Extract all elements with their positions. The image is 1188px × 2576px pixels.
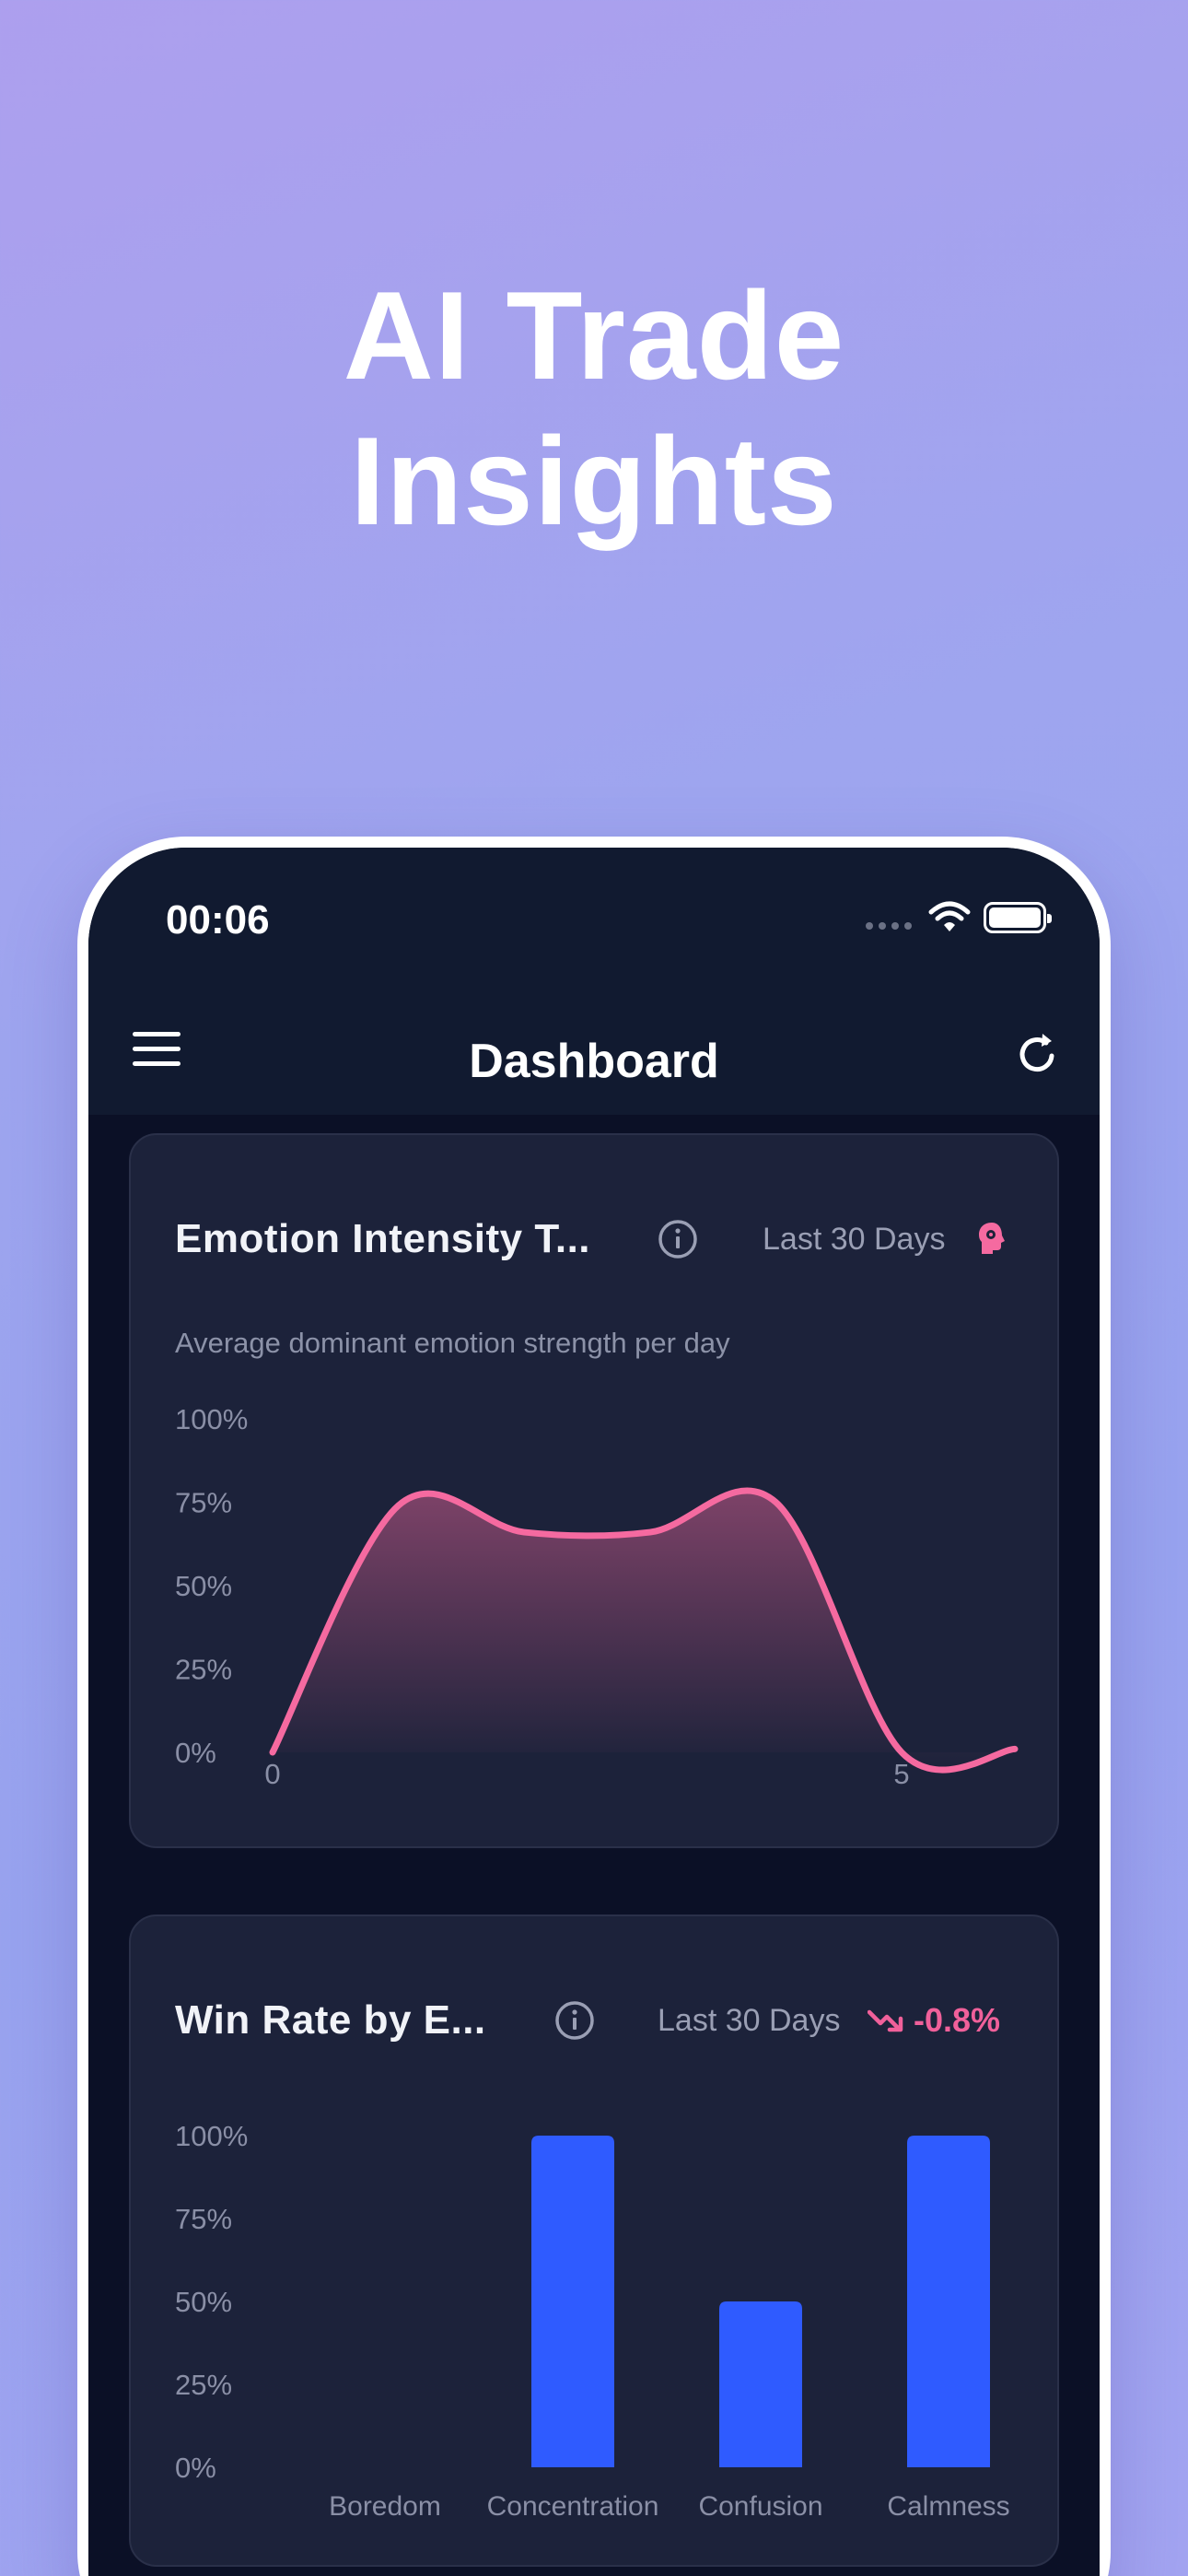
y-tick-label: 0% bbox=[175, 2452, 216, 2484]
win-rate-chart: 0% 25% 50% 75% 100% Boredom Concentration Confu… bbox=[175, 2120, 1010, 2522]
y-tick-label: 0% bbox=[175, 1737, 216, 1769]
category-label: Confusion bbox=[698, 2491, 822, 2522]
phone-screen: 00:06 Dashboard Emotion Intensity T... L… bbox=[88, 848, 1100, 2576]
category-label: Concentration bbox=[487, 2491, 659, 2522]
y-tick-label: 75% bbox=[175, 2203, 232, 2235]
bar-concentration[interactable] bbox=[531, 2136, 614, 2467]
category-label: Boredom bbox=[329, 2491, 441, 2522]
hero-title-line-1: AI Trade bbox=[343, 265, 845, 405]
y-tick-label: 25% bbox=[175, 2369, 232, 2401]
wifi-icon bbox=[928, 901, 971, 931]
hero-title: AI Trade Insights bbox=[0, 263, 1188, 554]
emotion-intensity-chart: 0% 25% 50% 75% 100% 0 5 bbox=[175, 1403, 1019, 1790]
bar-confusion[interactable] bbox=[719, 2301, 802, 2467]
status-time: 00:06 bbox=[166, 897, 270, 943]
y-tick-label: 75% bbox=[175, 1487, 232, 1519]
y-tick-label: 25% bbox=[175, 1654, 232, 1686]
emotion-intensity-card: Emotion Intensity T... Last 30 Days Aver… bbox=[129, 1133, 1059, 1848]
y-tick-label: 50% bbox=[175, 1570, 232, 1602]
y-tick-label: 100% bbox=[175, 2120, 248, 2152]
y-tick-label: 50% bbox=[175, 2286, 232, 2318]
y-tick-label: 100% bbox=[175, 1403, 248, 1435]
signal-dots-icon bbox=[866, 922, 912, 930]
category-label: Calmness bbox=[887, 2491, 1009, 2522]
refresh-icon[interactable] bbox=[1011, 1028, 1063, 1080]
x-tick-label: 0 bbox=[264, 1758, 280, 1790]
x-tick-label: 5 bbox=[893, 1758, 909, 1790]
app-header: Dashboard bbox=[88, 995, 1100, 1115]
win-rate-card: Win Rate by E... Last 30 Days -0.8% 0% 25… bbox=[129, 1914, 1059, 2567]
battery-icon bbox=[984, 902, 1052, 933]
status-bar: 00:06 bbox=[88, 848, 1100, 995]
hero-title-line-2: Insights bbox=[350, 411, 838, 551]
phone-frame: 00:06 Dashboard Emotion Intensity T... L… bbox=[77, 837, 1111, 2576]
bar-calmness[interactable] bbox=[907, 2136, 990, 2467]
status-icons bbox=[866, 901, 1052, 934]
page-title: Dashboard bbox=[469, 1035, 719, 1088]
